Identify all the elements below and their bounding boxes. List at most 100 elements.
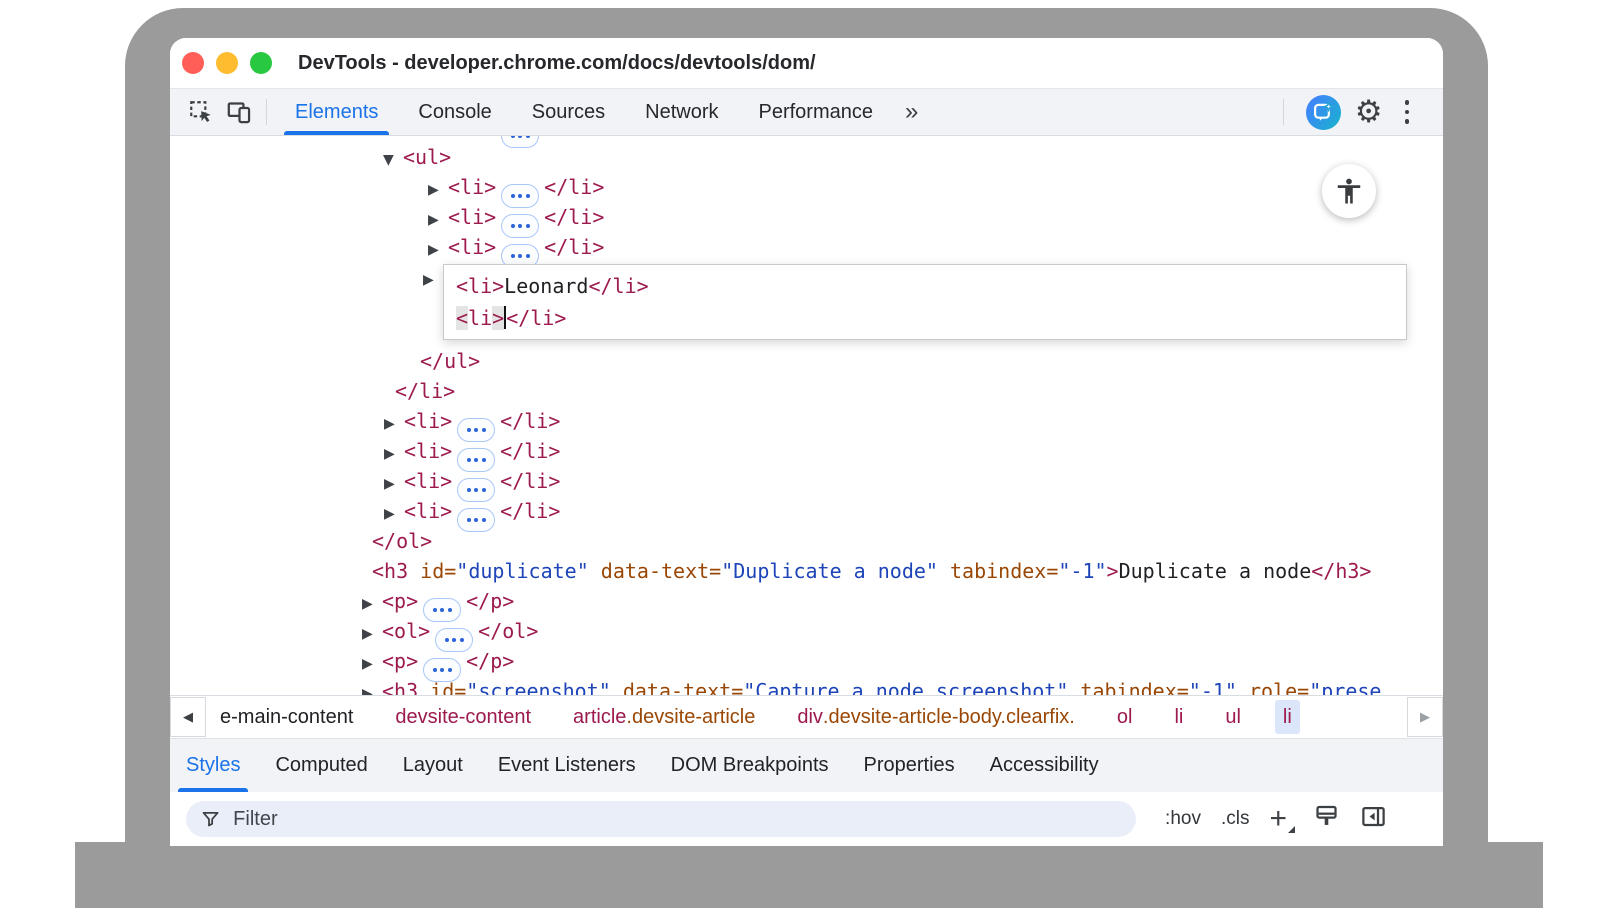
dom-row[interactable]: ▼<ul>	[170, 142, 1443, 172]
code-tag: </ol>	[478, 619, 538, 643]
element-classes-button[interactable]: .cls	[1221, 808, 1250, 830]
elements-dom-tree: ▶<li></li>▼<ul>▶<li></li>▶<li></li>▶<li>…	[170, 136, 1443, 695]
dom-row[interactable]: ▶<ol> </ol>	[170, 616, 1443, 646]
code-tag: </p>	[466, 649, 514, 673]
code-txt: Leonard	[504, 274, 588, 298]
tab-performance[interactable]: Performance	[739, 89, 894, 135]
rendering-brush-icon[interactable]	[1313, 803, 1340, 835]
code-tag: <p>	[382, 589, 418, 613]
breadcrumb-item-div-devsite-article-body-clearfix-[interactable]: div.devsite-article-body.clearfix.	[789, 700, 1083, 734]
breadcrumb-item-ul[interactable]: ul	[1217, 700, 1249, 734]
dom-row[interactable]: ▶<li></li>	[170, 172, 1443, 202]
sidebar-tab-styles[interactable]: Styles	[172, 739, 254, 792]
dom-row[interactable]: </ol>	[170, 526, 1443, 556]
code-attr: tabindex=	[938, 559, 1058, 583]
expand-triangle-icon[interactable]: ▶	[384, 469, 404, 499]
styles-filter-bar: :hov .cls +	[170, 792, 1443, 846]
inspect-icon[interactable]	[182, 92, 220, 132]
code-attr: data-text=	[589, 559, 721, 583]
sidebar-tab-dom-breakpoints[interactable]: DOM Breakpoints	[657, 739, 843, 792]
zoom-button[interactable]	[250, 52, 272, 74]
breadcrumb-item-li[interactable]: li	[1166, 700, 1191, 734]
sidebar-tab-accessibility[interactable]: Accessibility	[976, 739, 1113, 792]
expand-triangle-icon[interactable]: ▶	[362, 589, 382, 619]
expand-triangle-icon[interactable]: ▶	[428, 235, 448, 265]
crumb-tag: article	[573, 706, 626, 729]
sidebar-tab-computed[interactable]: Computed	[261, 739, 381, 792]
breadcrumb-item-article-devsite-article[interactable]: article.devsite-article	[565, 700, 763, 734]
expand-triangle-icon[interactable]: ▶	[362, 679, 382, 695]
code-tag-hl: <	[456, 306, 468, 330]
expand-triangle-icon[interactable]: ▶	[384, 409, 404, 439]
expand-triangle-icon[interactable]: ▶	[384, 499, 404, 529]
more-tabs-chevron-icon[interactable]: »	[897, 98, 926, 126]
code-val: "-1"	[1058, 559, 1106, 583]
dom-row[interactable]: ▶<p></p>	[170, 586, 1443, 616]
collapse-triangle-icon[interactable]: ▼	[383, 145, 403, 175]
dom-row[interactable]: ▶<li></li>	[170, 202, 1443, 232]
window-title: DevTools - developer.chrome.com/docs/dev…	[298, 52, 816, 75]
toggle-element-state-button[interactable]: :hov	[1165, 808, 1201, 830]
dom-row[interactable]: ▶<li></li>	[170, 436, 1443, 466]
tab-console[interactable]: Console	[398, 89, 511, 135]
expand-triangle-icon[interactable]: ▶	[428, 205, 448, 235]
dom-row[interactable]: ▶<h3 id="screenshot" data-text="Capture …	[170, 676, 1443, 695]
toolbar-right-group: ⚙	[1275, 95, 1443, 130]
dom-row[interactable]: ▶<p> </p>	[170, 646, 1443, 676]
minimize-button[interactable]	[216, 52, 238, 74]
tab-sources[interactable]: Sources	[512, 89, 625, 135]
dom-row[interactable]: </li>	[170, 376, 1443, 406]
dom-row[interactable]: ▶<li></li>	[170, 496, 1443, 526]
expand-triangle-icon[interactable]: ▶	[428, 175, 448, 205]
dom-row[interactable]: ▶<li></li>	[170, 406, 1443, 436]
accessibility-person-icon[interactable]	[1322, 164, 1376, 218]
breadcrumb-item-e-main-content[interactable]: e-main-content	[212, 700, 361, 734]
more-menu-kebab-icon[interactable]	[1397, 96, 1418, 128]
code-tag: <h3	[382, 679, 418, 695]
filter-pill[interactable]	[186, 801, 1136, 837]
sidebar-tab-properties[interactable]: Properties	[850, 739, 969, 792]
code-tag: <li>	[456, 274, 504, 298]
expand-triangle-icon[interactable]: ▶	[384, 439, 404, 469]
code-attr: tabindex=	[1068, 679, 1188, 695]
breadcrumb-item-li[interactable]: li	[1275, 700, 1300, 734]
breadcrumb-item-ol[interactable]: ol	[1109, 700, 1141, 734]
close-button[interactable]	[182, 52, 204, 74]
settings-gear-icon[interactable]: ⚙	[1355, 97, 1383, 128]
code-tag: <ul>	[403, 145, 451, 169]
tab-elements[interactable]: Elements	[275, 89, 398, 135]
dom-row[interactable]: <h3 id="duplicate" data-text="Duplicate …	[170, 556, 1443, 586]
dom-row[interactable]: ▶<li>Leonard</li><li></li>	[170, 262, 1443, 346]
code-val: "duplicate"	[456, 559, 588, 583]
inline-edit-box[interactable]: <li>Leonard</li><li></li>	[443, 264, 1407, 340]
breadcrumb: ◀ e-main-content devsite-content article.d…	[170, 695, 1443, 738]
breadcrumb-scroll-right-icon[interactable]: ▶	[1407, 697, 1443, 737]
dom-row[interactable]: ▶<li></li>	[170, 466, 1443, 496]
expand-ellipsis-icon[interactable]	[457, 508, 495, 532]
sidebar-tab-layout[interactable]: Layout	[389, 739, 477, 792]
sidebar-tab-event-listeners[interactable]: Event Listeners	[484, 739, 650, 792]
expand-triangle-icon[interactable]: ▶	[423, 265, 443, 295]
code-attr: id=	[418, 679, 466, 695]
expand-triangle-icon[interactable]: ▶	[362, 619, 382, 649]
code-tag: <ol>	[382, 619, 430, 643]
edit-line[interactable]: <li></li>	[456, 302, 1394, 334]
expand-triangle-icon[interactable]: ▶	[362, 649, 382, 679]
breadcrumb-item-devsite-content[interactable]: devsite-content	[387, 700, 539, 734]
device-toolbar-icon[interactable]	[220, 92, 258, 132]
code-tag: </li>	[500, 469, 560, 493]
new-style-rule-button[interactable]: +	[1269, 804, 1293, 834]
ai-assistant-icon[interactable]	[1306, 95, 1341, 130]
devtools-window: DevTools - developer.chrome.com/docs/dev…	[170, 38, 1443, 846]
dom-row[interactable]: </ul>	[170, 346, 1443, 376]
tab-network[interactable]: Network	[625, 89, 738, 135]
filter-input[interactable]	[231, 807, 1122, 832]
edit-line[interactable]: <li>Leonard</li>	[456, 270, 1394, 302]
code-tag: <p>	[382, 649, 418, 673]
toggle-sidebar-icon[interactable]	[1360, 803, 1387, 835]
laptop-base	[75, 842, 1543, 908]
code-tag: </li>	[500, 499, 560, 523]
dom-row[interactable]: ▶<li></li>	[170, 232, 1443, 262]
breadcrumb-scroll-left-icon[interactable]: ◀	[170, 697, 206, 737]
crumb-tag: devsite-content	[395, 706, 531, 729]
